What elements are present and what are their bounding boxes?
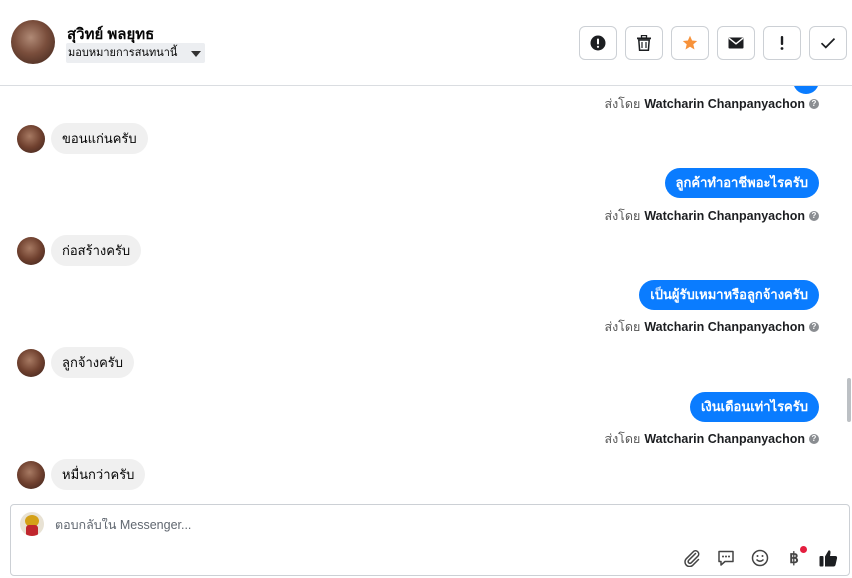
incoming-message-row: หมื่นกว่าครับ — [17, 459, 146, 490]
incoming-message-row: ขอนแก่นครับ — [17, 123, 148, 154]
sent-by-line: ส่งโดย Watcharin Chanpanyachon ? — [604, 317, 819, 337]
conversation-header: สุวิทย์ พลยุทธ มอบหมายการสนทนานี้ — [0, 0, 852, 86]
question-icon[interactable]: ? — [809, 434, 819, 444]
incoming-message[interactable]: ขอนแก่นครับ — [51, 123, 148, 154]
incoming-message[interactable]: ก่อสร้างครับ — [51, 235, 142, 266]
sent-by-line: ส่งโดย Watcharin Chanpanyachon ? — [604, 429, 819, 449]
star-button[interactable] — [671, 26, 709, 60]
paperclip-icon — [684, 550, 700, 567]
reply-composer: ฿ — [10, 504, 850, 576]
emoji-icon — [751, 549, 769, 567]
caret-down-icon — [191, 51, 202, 57]
incoming-message[interactable]: ลูกจ้างครับ — [51, 347, 135, 378]
thread-scrollbar[interactable] — [846, 86, 852, 496]
trash-icon — [637, 35, 651, 51]
sent-by-line: ส่งโดย Watcharin Chanpanyachon ? — [604, 94, 819, 114]
contact-avatar-small[interactable] — [17, 460, 45, 489]
sender-name: Watcharin Chanpanyachon — [644, 320, 805, 334]
sent-by-line: ส่งโดย Watcharin Chanpanyachon ? — [604, 206, 819, 226]
checkmark-icon — [820, 38, 836, 49]
outgoing-message[interactable] — [793, 86, 819, 94]
contact-avatar-small[interactable] — [17, 124, 45, 153]
incoming-message-row: ก่อสร้างครับ — [17, 235, 142, 266]
saved-replies-button[interactable] — [715, 547, 737, 569]
contact-avatar-small[interactable] — [17, 236, 45, 265]
thumbs-up-icon — [819, 550, 837, 567]
contact-avatar[interactable] — [11, 20, 55, 64]
baht-icon: ฿ — [789, 550, 799, 567]
payment-button[interactable]: ฿ — [783, 546, 807, 569]
sender-name: Watcharin Chanpanyachon — [644, 97, 805, 111]
contact-avatar-small[interactable] — [17, 348, 45, 377]
incoming-message[interactable]: หมื่นกว่าครับ — [51, 459, 146, 490]
composer-tools: ฿ — [681, 546, 839, 569]
chat-bubble-icon — [718, 550, 734, 566]
question-icon[interactable]: ? — [809, 211, 819, 221]
sender-name: Watcharin Chanpanyachon — [644, 209, 805, 223]
exclamation-icon — [780, 36, 784, 50]
outgoing-message[interactable]: เป็นผู้รับเหมาหรือลูกจ้างครับ — [639, 280, 819, 310]
message-thread: ส่งโดย Watcharin Chanpanyachon ? ขอนแก่น… — [0, 86, 852, 496]
notification-dot — [800, 546, 807, 553]
outgoing-message[interactable]: เงินเดือนเท่าไรครับ — [689, 392, 819, 422]
envelope-icon — [728, 37, 744, 49]
reply-input[interactable] — [55, 518, 675, 532]
question-icon[interactable]: ? — [809, 322, 819, 332]
page-avatar — [20, 512, 44, 536]
sent-by-prefix: ส่งโดย — [604, 97, 641, 111]
mark-done-button[interactable] — [809, 26, 847, 60]
delete-button[interactable] — [625, 26, 663, 60]
incoming-message-row: ลูกจ้างครับ — [17, 347, 135, 378]
spam-button[interactable] — [579, 26, 617, 60]
sent-by-prefix: ส่งโดย — [604, 320, 641, 334]
like-button[interactable] — [817, 547, 839, 569]
action-toolbar — [579, 26, 847, 60]
alert-circle-icon — [590, 35, 606, 51]
assign-conversation-dropdown[interactable]: มอบหมายการสนทนานี้ — [66, 43, 206, 63]
sent-by-prefix: ส่งโดย — [604, 432, 641, 446]
follow-up-button[interactable] — [763, 26, 801, 60]
scroll-thumb[interactable] — [847, 378, 851, 422]
star-icon — [682, 35, 698, 50]
emoji-button[interactable] — [749, 547, 771, 569]
outgoing-message[interactable]: ลูกค้าทำอาชีพอะไรครับ — [664, 168, 819, 198]
sender-name: Watcharin Chanpanyachon — [644, 432, 805, 446]
assign-label: มอบหมายการสนทนานี้ — [68, 47, 178, 59]
attach-button[interactable] — [681, 547, 703, 569]
question-icon[interactable]: ? — [809, 99, 819, 109]
sent-by-prefix: ส่งโดย — [604, 209, 641, 223]
mark-unread-button[interactable] — [717, 26, 755, 60]
